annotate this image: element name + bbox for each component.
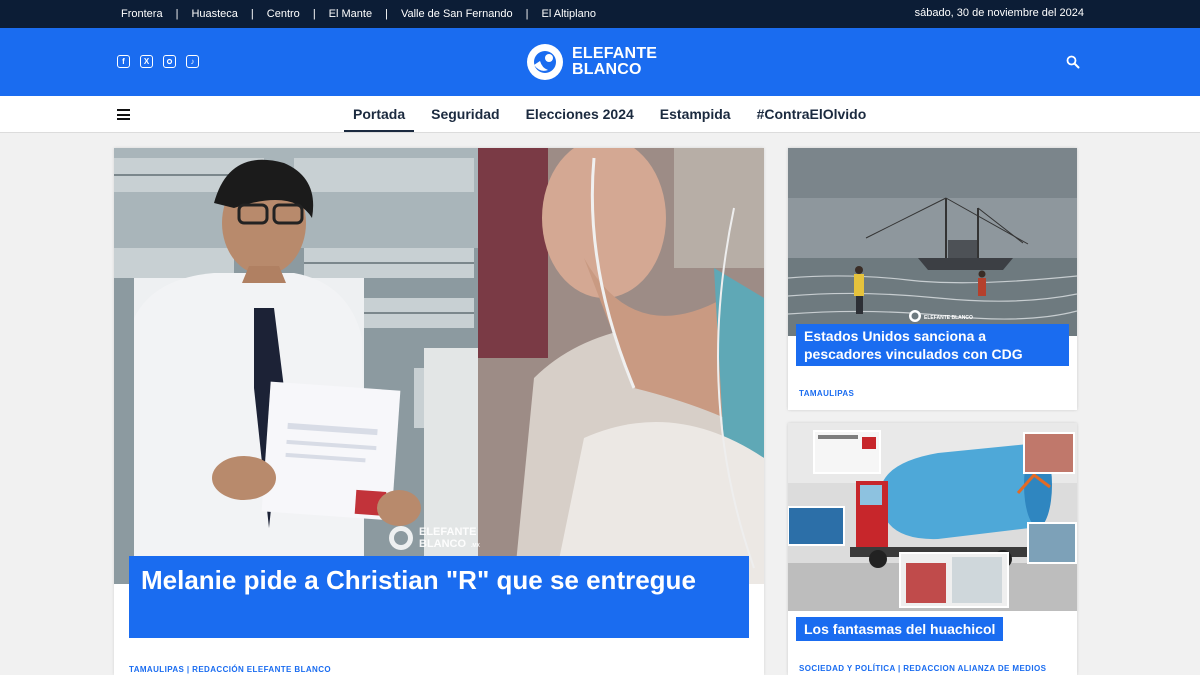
featured-article[interactable]: ELEFANTE BLANCO .MX Melanie pide a Chris…: [114, 148, 764, 675]
side-article-image[interactable]: [788, 423, 1077, 611]
watermark-line-2: BLANCO: [419, 538, 466, 550]
nav-link-seguridad[interactable]: Seguridad: [418, 96, 512, 132]
region-link-huasteca[interactable]: Huasteca: [178, 0, 250, 28]
side-headline[interactable]: Los fantasmas del huachicol: [804, 620, 995, 638]
featured-headline-box[interactable]: Melanie pide a Christian "R" que se entr…: [129, 556, 749, 638]
region-link-valle-de-san-fernando[interactable]: Valle de San Fernando: [388, 0, 526, 28]
featured-article-image[interactable]: ELEFANTE BLANCO .MX: [114, 148, 764, 584]
current-date: sábado, 30 de noviembre del 2024: [914, 7, 1084, 19]
nav-link-estampida[interactable]: Estampida: [647, 96, 744, 132]
logo-line-2: BLANCO: [572, 61, 642, 78]
side-category[interactable]: SOCIEDAD Y POLÍTICA | REDACCION ALIANZA …: [799, 664, 1046, 673]
nav-links: Portada Seguridad Elecciones 2024 Estamp…: [340, 96, 879, 132]
side-headline-box[interactable]: Estados Unidos sanciona a pescadores vin…: [796, 324, 1069, 366]
site-logo[interactable]: ELEFANTE BLANCO: [526, 43, 657, 81]
social-links: f X ♪: [117, 55, 199, 68]
nav-link-portada[interactable]: Portada: [340, 96, 418, 132]
instagram-icon[interactable]: [163, 55, 176, 68]
watermark-suffix: .MX: [471, 543, 481, 549]
region-links: Frontera | Huasteca | Centro | El Mante …: [108, 0, 609, 28]
nav-link-elecciones-2024[interactable]: Elecciones 2024: [513, 96, 647, 132]
main-nav: Portada Seguridad Elecciones 2024 Estamp…: [0, 96, 1200, 133]
facebook-icon[interactable]: f: [117, 55, 130, 68]
region-link-centro[interactable]: Centro: [254, 0, 313, 28]
elephant-logo-icon: [527, 44, 563, 80]
x-icon[interactable]: X: [140, 55, 153, 68]
card-watermark: ELEFANTE BLANCO: [924, 315, 973, 321]
site-header: f X ♪ ELEFANTE BLANCO: [0, 28, 1200, 96]
side-article-card[interactable]: ELEFANTE BLANCO Estados Unidos sanciona …: [788, 148, 1077, 410]
featured-headline[interactable]: Melanie pide a Christian "R" que se entr…: [141, 560, 737, 600]
watermark-line-1: ELEFANTE: [419, 526, 476, 538]
side-category[interactable]: TAMAULIPAS: [799, 389, 854, 398]
side-article-card[interactable]: Los fantasmas del huachicol SOCIEDAD Y P…: [788, 423, 1077, 675]
featured-category[interactable]: TAMAULIPAS | REDACCIÓN ELEFANTE BLANCO: [129, 665, 331, 674]
logo-line-1: ELEFANTE: [572, 45, 658, 62]
menu-icon[interactable]: [117, 109, 130, 120]
search-icon[interactable]: [1066, 55, 1080, 69]
side-headline-box[interactable]: Los fantasmas del huachicol: [796, 617, 1004, 641]
region-link-frontera[interactable]: Frontera: [108, 0, 176, 28]
region-link-el-mante[interactable]: El Mante: [316, 0, 385, 28]
side-article-image[interactable]: ELEFANTE BLANCO: [788, 148, 1077, 336]
region-link-el-altiplano[interactable]: El Altiplano: [529, 0, 609, 28]
top-bar: Frontera | Huasteca | Centro | El Mante …: [0, 0, 1200, 28]
side-headline[interactable]: Estados Unidos sanciona a pescadores vin…: [804, 327, 1061, 363]
nav-link-contra-el-olvido[interactable]: #ContraElOlvido: [744, 96, 880, 132]
tiktok-icon[interactable]: ♪: [186, 55, 199, 68]
logo-text: ELEFANTE BLANCO: [572, 46, 657, 78]
